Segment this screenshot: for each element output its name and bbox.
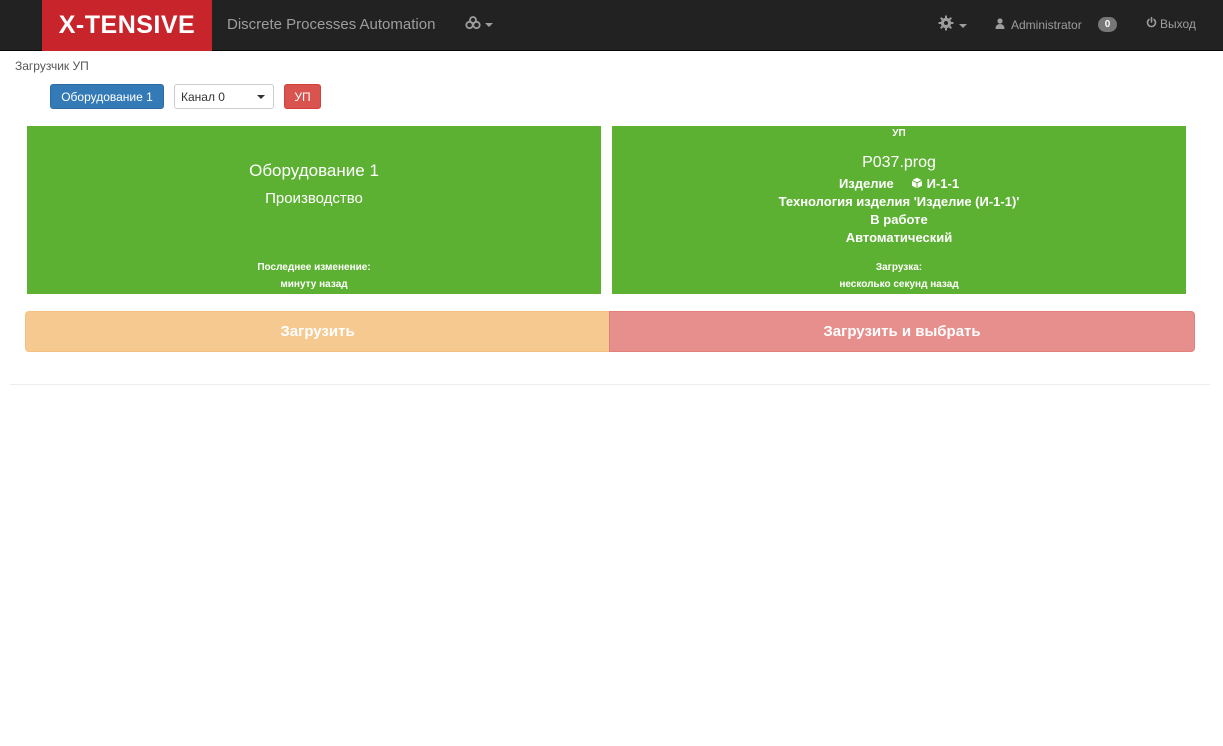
chevron-down-icon xyxy=(257,95,265,99)
divider xyxy=(10,384,1210,385)
product-line: Изделие И-1-1 xyxy=(612,176,1186,191)
equipment-title: Оборудование 1 xyxy=(249,161,379,180)
technology-text: Технология изделия 'Изделие (И-1-1)' xyxy=(778,194,1020,209)
mode-text: Автоматический xyxy=(845,230,953,245)
equipment-panel: Оборудование 1 Производство Последнее из… xyxy=(27,126,601,294)
user-name: Administrator xyxy=(1011,17,1082,32)
program-panel-header: УП xyxy=(892,128,906,139)
equipment-subtitle: Производство xyxy=(265,190,363,207)
program-panel: УП P037.prog Изделие И-1-1 Технология из… xyxy=(612,126,1186,294)
load-time-value: несколько секунд назад xyxy=(839,279,959,290)
notification-badge[interactable]: 0 xyxy=(1097,17,1118,32)
load-time-label: Загрузка: xyxy=(875,262,923,273)
cogs-icon xyxy=(465,16,481,33)
load-and-select-button[interactable]: Загрузить и выбрать xyxy=(609,311,1195,352)
cube-icon xyxy=(911,176,927,191)
last-change-label: Последнее изменение: xyxy=(257,262,371,273)
settings-menu[interactable] xyxy=(938,15,967,36)
user-icon xyxy=(995,17,1005,32)
program-name: P037.prog xyxy=(862,154,936,171)
power-icon xyxy=(1146,16,1157,31)
gear-icon xyxy=(938,15,954,36)
brand-logo[interactable]: X-TENSIVE xyxy=(42,0,212,51)
breadcrumb: Загрузчик УП xyxy=(15,59,89,73)
modules-menu[interactable] xyxy=(465,16,493,33)
channel-select-value: Канал 0 xyxy=(181,89,225,104)
user-menu[interactable]: Administrator 0 xyxy=(995,17,1118,32)
logout-label: Выход xyxy=(1160,17,1196,31)
equipment-button[interactable]: Оборудование 1 xyxy=(50,84,164,109)
product-value[interactable]: И-1-1 xyxy=(927,176,959,191)
app-title[interactable]: Discrete Processes Automation xyxy=(227,16,435,33)
top-navbar: X-TENSIVE Discrete Processes Automation xyxy=(0,0,1223,51)
product-label: Изделие xyxy=(838,176,894,191)
logout-link[interactable]: Выход xyxy=(1146,16,1196,31)
program-button[interactable]: УП xyxy=(284,84,321,109)
channel-select[interactable]: Канал 0 xyxy=(174,84,274,109)
load-button[interactable]: Загрузить xyxy=(25,311,610,352)
status-text: В работе xyxy=(870,212,928,227)
chevron-down-icon xyxy=(485,22,493,27)
last-change-value: минуту назад xyxy=(280,279,348,290)
chevron-down-icon xyxy=(959,23,967,28)
